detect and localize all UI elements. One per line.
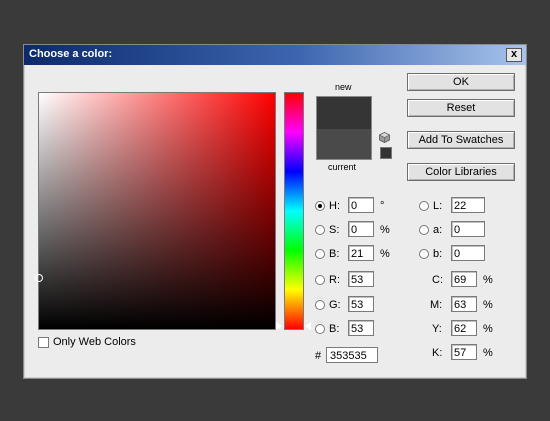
hue-slider-arrow-right[interactable]	[305, 322, 311, 330]
only-web-colors-label: Only Web Colors	[53, 336, 136, 348]
a-channel-row: a: 0	[419, 221, 499, 239]
hex-input[interactable]: 353535	[326, 347, 378, 363]
yellow-label: Y:	[432, 323, 442, 335]
a-channel-label: a:	[433, 224, 443, 236]
blue-input[interactable]: 53	[348, 320, 374, 336]
add-to-swatches-button[interactable]: Add To Swatches	[407, 131, 515, 149]
a-channel-radio[interactable]	[419, 225, 429, 235]
saturation-unit: %	[380, 224, 390, 236]
black-unit: %	[483, 347, 493, 359]
brightness-input[interactable]: 21	[348, 245, 374, 261]
new-color-swatch	[316, 96, 372, 130]
color-field[interactable]	[35, 92, 276, 330]
brightness-radio[interactable]	[315, 249, 325, 259]
color-libraries-button[interactable]: Color Libraries	[407, 163, 515, 181]
title-bar: Choose a color: x	[24, 45, 526, 65]
color-picker-dialog: Choose a color: x new current OK Reset A…	[23, 44, 527, 379]
red-label: R:	[329, 274, 340, 286]
green-row: G: 53	[315, 296, 405, 314]
lightness-radio[interactable]	[419, 201, 429, 211]
black-input[interactable]: 57	[451, 344, 477, 360]
yellow-input[interactable]: 62	[451, 320, 477, 336]
magenta-input[interactable]: 63	[451, 296, 477, 312]
lightness-input[interactable]: 22	[451, 197, 485, 213]
b-channel-label: b:	[433, 248, 443, 260]
reset-button[interactable]: Reset	[407, 99, 515, 117]
green-label: G:	[329, 299, 341, 311]
blue-row: B: 53	[315, 320, 405, 338]
current-color-swatch[interactable]	[316, 129, 372, 160]
hue-row: H: 0 °	[315, 197, 405, 215]
saturation-input[interactable]: 0	[348, 221, 374, 237]
only-web-colors-checkbox[interactable]	[38, 337, 49, 348]
yellow-unit: %	[483, 323, 493, 335]
magenta-unit: %	[483, 299, 493, 311]
red-radio[interactable]	[315, 275, 325, 285]
web-safe-swatch[interactable]	[380, 147, 392, 159]
hue-slider[interactable]	[284, 92, 304, 330]
blue-radio[interactable]	[315, 324, 325, 334]
lightness-label: L:	[433, 200, 443, 212]
blue-label: B:	[329, 323, 340, 335]
ok-button[interactable]: OK	[407, 73, 515, 91]
hue-label: H:	[329, 200, 340, 212]
b-channel-row: b: 0	[419, 245, 499, 263]
green-input[interactable]: 53	[348, 296, 374, 312]
black-row: K: 57 %	[432, 344, 512, 362]
hex-label: #	[315, 350, 322, 362]
magenta-label: M:	[430, 299, 443, 311]
cyan-unit: %	[483, 274, 493, 286]
new-color-label: new	[335, 82, 352, 92]
saturation-radio[interactable]	[315, 225, 325, 235]
black-label: K:	[432, 347, 443, 359]
cyan-row: C: 69 %	[432, 271, 512, 289]
dialog-title: Choose a color:	[29, 48, 113, 60]
lightness-row: L: 22	[419, 197, 499, 215]
cyan-input[interactable]: 69	[451, 271, 477, 287]
b-channel-input[interactable]: 0	[451, 245, 485, 261]
cube-icon[interactable]	[379, 132, 390, 143]
magenta-row: M: 63 %	[430, 296, 512, 314]
saturation-label: S:	[329, 224, 340, 236]
green-radio[interactable]	[315, 300, 325, 310]
brightness-row: B: 21 %	[315, 245, 405, 263]
close-button[interactable]: x	[506, 48, 522, 62]
b-channel-radio[interactable]	[419, 249, 429, 259]
saturation-row: S: 0 %	[315, 221, 405, 239]
cyan-label: C:	[432, 274, 443, 286]
a-channel-input[interactable]: 0	[451, 221, 485, 237]
red-input[interactable]: 53	[348, 271, 374, 287]
red-row: R: 53	[315, 271, 405, 289]
hue-unit: °	[380, 200, 385, 212]
brightness-label: B:	[329, 248, 340, 260]
hue-slider-arrow-left[interactable]	[276, 322, 282, 330]
hue-radio[interactable]	[315, 201, 325, 211]
yellow-row: Y: 62 %	[432, 320, 512, 338]
hue-input[interactable]: 0	[348, 197, 374, 213]
brightness-unit: %	[380, 248, 390, 260]
current-color-label: current	[328, 162, 357, 172]
color-field-marker[interactable]	[35, 274, 43, 282]
